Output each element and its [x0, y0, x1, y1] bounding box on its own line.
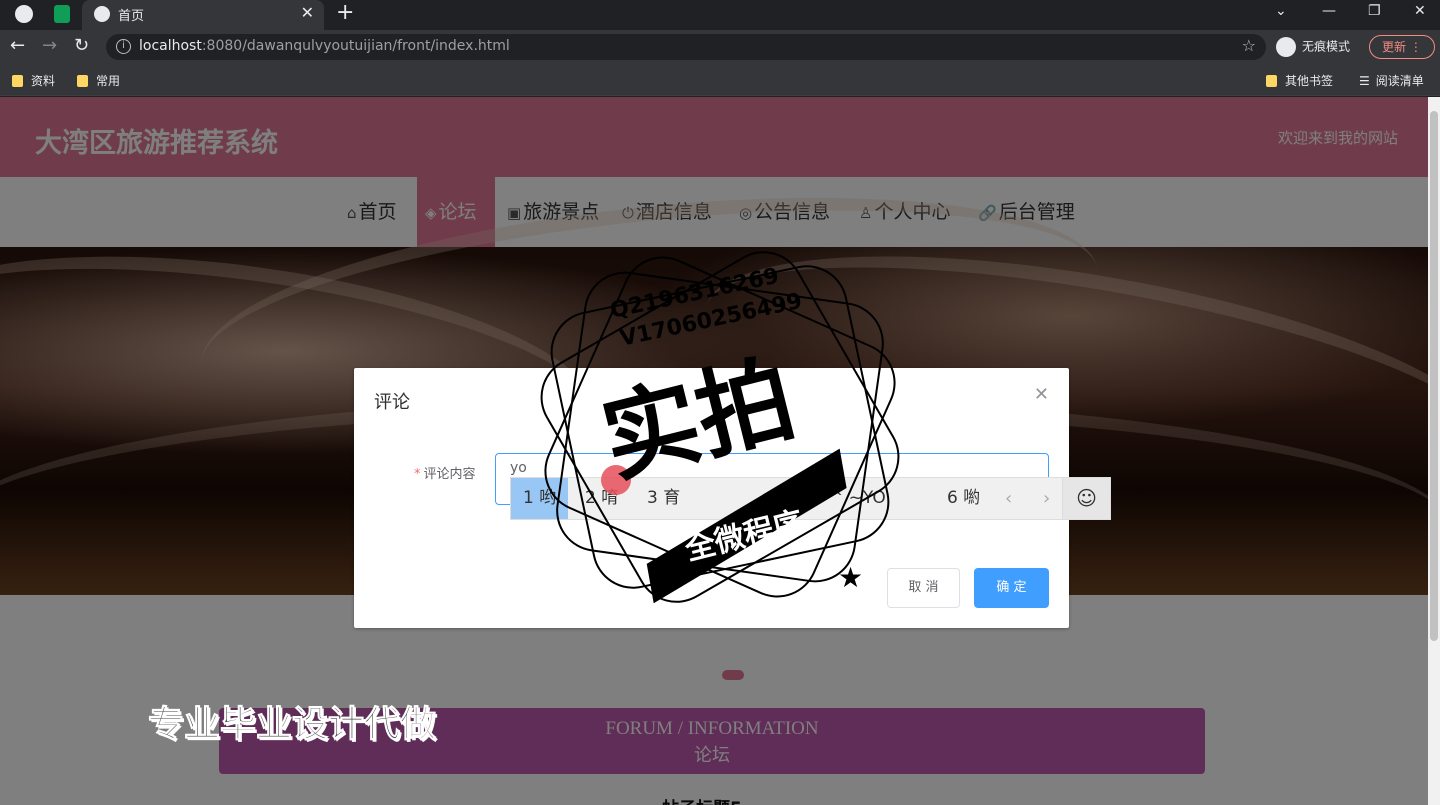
update-button[interactable]: 更新 ⋮: [1369, 35, 1435, 59]
reading-list[interactable]: ☰ 阅读清单: [1359, 72, 1424, 89]
incognito-indicator[interactable]: 无痕模式: [1276, 37, 1350, 57]
sheets-tab-icon[interactable]: [54, 5, 70, 23]
comment-label: * 评论内容: [414, 467, 476, 482]
bookmark-folder-2[interactable]: 常用: [77, 72, 120, 89]
tab-title: 首页: [118, 9, 145, 24]
globe-icon[interactable]: [15, 5, 33, 23]
web-page: 大湾区旅游推荐系统 欢迎来到我的网站 ⌂首页 ◈论坛 ▣旅游景点 ⏻酒店信息 ◎…: [0, 97, 1428, 805]
scrollbar-thumb[interactable]: [1430, 111, 1438, 641]
new-tab-icon[interactable]: +: [336, 0, 354, 26]
dialog-title: 评论: [374, 392, 410, 413]
globe-icon: [94, 6, 110, 22]
browser-tab-active[interactable]: 首页 ✕: [82, 0, 324, 30]
address-bar[interactable]: i localhost:8080/dawanqulvyoutuijian/fro…: [106, 34, 1266, 60]
watermark-text: 专业毕业设计代做: [147, 704, 437, 746]
back-icon[interactable]: ←: [10, 35, 25, 56]
bookmarks-bar: 资料 常用 其他书签 ☰ 阅读清单: [0, 64, 1440, 96]
ime-prev-icon[interactable]: ‹: [1005, 478, 1012, 519]
url-text[interactable]: localhost:8080/dawanqulvyoutuijian/front…: [139, 38, 510, 54]
window-close-icon[interactable]: ✕: [1414, 0, 1426, 22]
chevron-down-icon[interactable]: ⌄: [1275, 0, 1287, 22]
page-scrollbar[interactable]: [1428, 97, 1440, 805]
restore-icon[interactable]: ❐: [1368, 0, 1381, 22]
watermark-stamp: Q2196316269 V17060256499 实拍 全微程序 ★ ★: [540, 251, 900, 604]
browser-toolbar: ← → ↻ i localhost:8080/dawanqulvyoutuiji…: [0, 30, 1440, 64]
folder-icon: [77, 75, 88, 87]
ime-next-icon[interactable]: ›: [1043, 478, 1050, 519]
star-icon: ★: [838, 561, 863, 594]
minimize-icon[interactable]: —: [1322, 0, 1336, 22]
bookmark-star-icon[interactable]: ☆: [1242, 36, 1256, 55]
folder-icon: [12, 75, 23, 87]
stamp-main-text: 实拍: [592, 342, 805, 497]
forward-icon[interactable]: →: [42, 35, 57, 56]
emoji-icon[interactable]: ☺: [1062, 478, 1110, 519]
reading-list-icon: ☰: [1359, 74, 1370, 88]
incognito-icon: [1276, 37, 1296, 57]
ime-candidate[interactable]: 6 喲: [935, 478, 992, 519]
confirm-button[interactable]: 确 定: [974, 568, 1049, 608]
reload-icon[interactable]: ↻: [74, 35, 89, 56]
browser-tabbar: 首页 ✕ + ⌄ — ❐ ✕: [0, 0, 1440, 30]
close-icon[interactable]: ✕: [1034, 384, 1049, 405]
other-bookmarks[interactable]: 其他书签: [1266, 72, 1333, 89]
folder-icon: [1266, 75, 1277, 87]
bookmark-folder-1[interactable]: 资料: [12, 72, 55, 89]
info-icon[interactable]: i: [116, 39, 131, 54]
close-icon[interactable]: ✕: [301, 3, 314, 22]
